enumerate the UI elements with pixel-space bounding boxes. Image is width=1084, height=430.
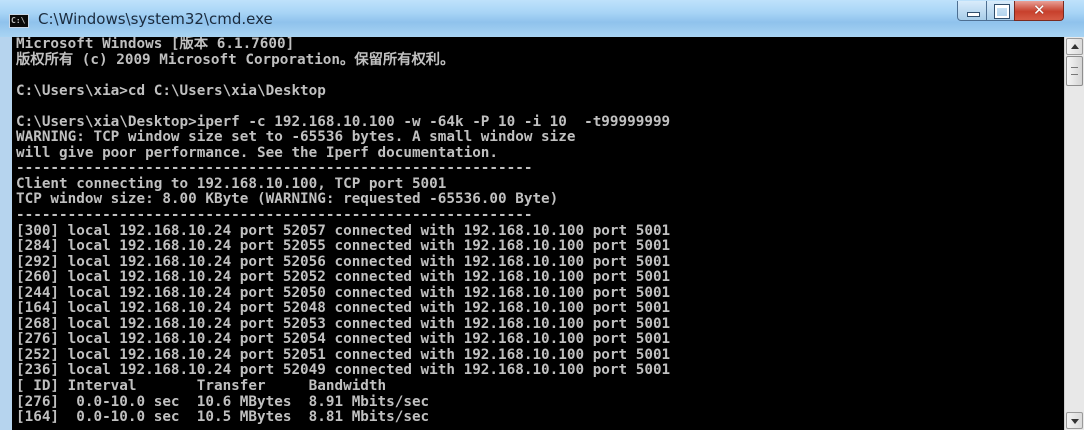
- console-line: [244] local 192.168.10.24 port 52050 con…: [16, 284, 671, 301]
- scrollbar-thumb[interactable]: [1066, 56, 1083, 86]
- minimize-icon: [967, 12, 980, 17]
- console-line: C:\Users\xia\Desktop>iperf -c 192.168.10…: [16, 113, 671, 130]
- console-line: [300] local 192.168.10.24 port 52057 con…: [16, 222, 671, 239]
- console-line: TCP window size: 8.00 KByte (WARNING: re…: [16, 191, 559, 208]
- maximize-button[interactable]: [986, 1, 1015, 21]
- console-line: 版权所有 (c) 2009 Microsoft Corporation。保留所有…: [16, 51, 455, 68]
- console-output[interactable]: Microsoft Windows [版本 6.1.7600] 版权所有 (c) …: [12, 37, 1064, 430]
- title-bar[interactable]: C:\ C:\Windows\system32\cmd.exe ✕: [0, 0, 1084, 38]
- cmd-app-icon[interactable]: C:\: [9, 14, 29, 28]
- cmd-window: C:\ C:\Windows\system32\cmd.exe ✕ Micros…: [0, 0, 1084, 430]
- console-line: ----------------------------------------…: [16, 207, 533, 224]
- scroll-down-arrow-icon[interactable]: [1066, 412, 1083, 429]
- minimize-button[interactable]: [957, 1, 987, 21]
- window-title: C:\Windows\system32\cmd.exe: [38, 10, 273, 28]
- vertical-scrollbar[interactable]: [1064, 37, 1084, 430]
- console-line: ----------------------------------------…: [16, 160, 533, 177]
- console-line: [164] 0.0-10.0 sec 10.5 MBytes 8.81 Mbit…: [16, 409, 430, 426]
- console-line: C:\Users\xia>cd C:\Users\xia\Desktop: [16, 82, 326, 99]
- console-line: [276] local 192.168.10.24 port 52054 con…: [16, 331, 671, 348]
- console-line: [236] local 192.168.10.24 port 52049 con…: [16, 362, 671, 379]
- close-icon: ✕: [1033, 1, 1046, 19]
- console-line: WARNING: TCP window size set to -65536 b…: [16, 129, 576, 146]
- console-line: [276] 0.0-10.0 sec 10.6 MBytes 8.91 Mbit…: [16, 393, 430, 410]
- window-frame: Microsoft Windows [版本 6.1.7600] 版权所有 (c) …: [0, 37, 1084, 430]
- console-line: [268] local 192.168.10.24 port 52053 con…: [16, 315, 671, 332]
- console-line: [164] local 192.168.10.24 port 52048 con…: [16, 300, 671, 317]
- console-line: will give poor performance. See the Iper…: [16, 144, 499, 161]
- close-button[interactable]: ✕: [1014, 1, 1064, 21]
- console-line: [292] local 192.168.10.24 port 52056 con…: [16, 253, 671, 270]
- console-line: [252] local 192.168.10.24 port 52051 con…: [16, 346, 671, 363]
- console-line: Microsoft Windows [版本 6.1.7600]: [16, 37, 295, 52]
- console-line: [ ID] Interval Transfer Bandwidth: [16, 378, 387, 395]
- console-line: [284] local 192.168.10.24 port 52055 con…: [16, 238, 671, 255]
- scroll-up-arrow-icon[interactable]: [1066, 38, 1083, 55]
- console-line: [260] local 192.168.10.24 port 52052 con…: [16, 269, 671, 286]
- console-line: Client connecting to 192.168.10.100, TCP…: [16, 175, 447, 192]
- maximize-icon: [995, 5, 1009, 18]
